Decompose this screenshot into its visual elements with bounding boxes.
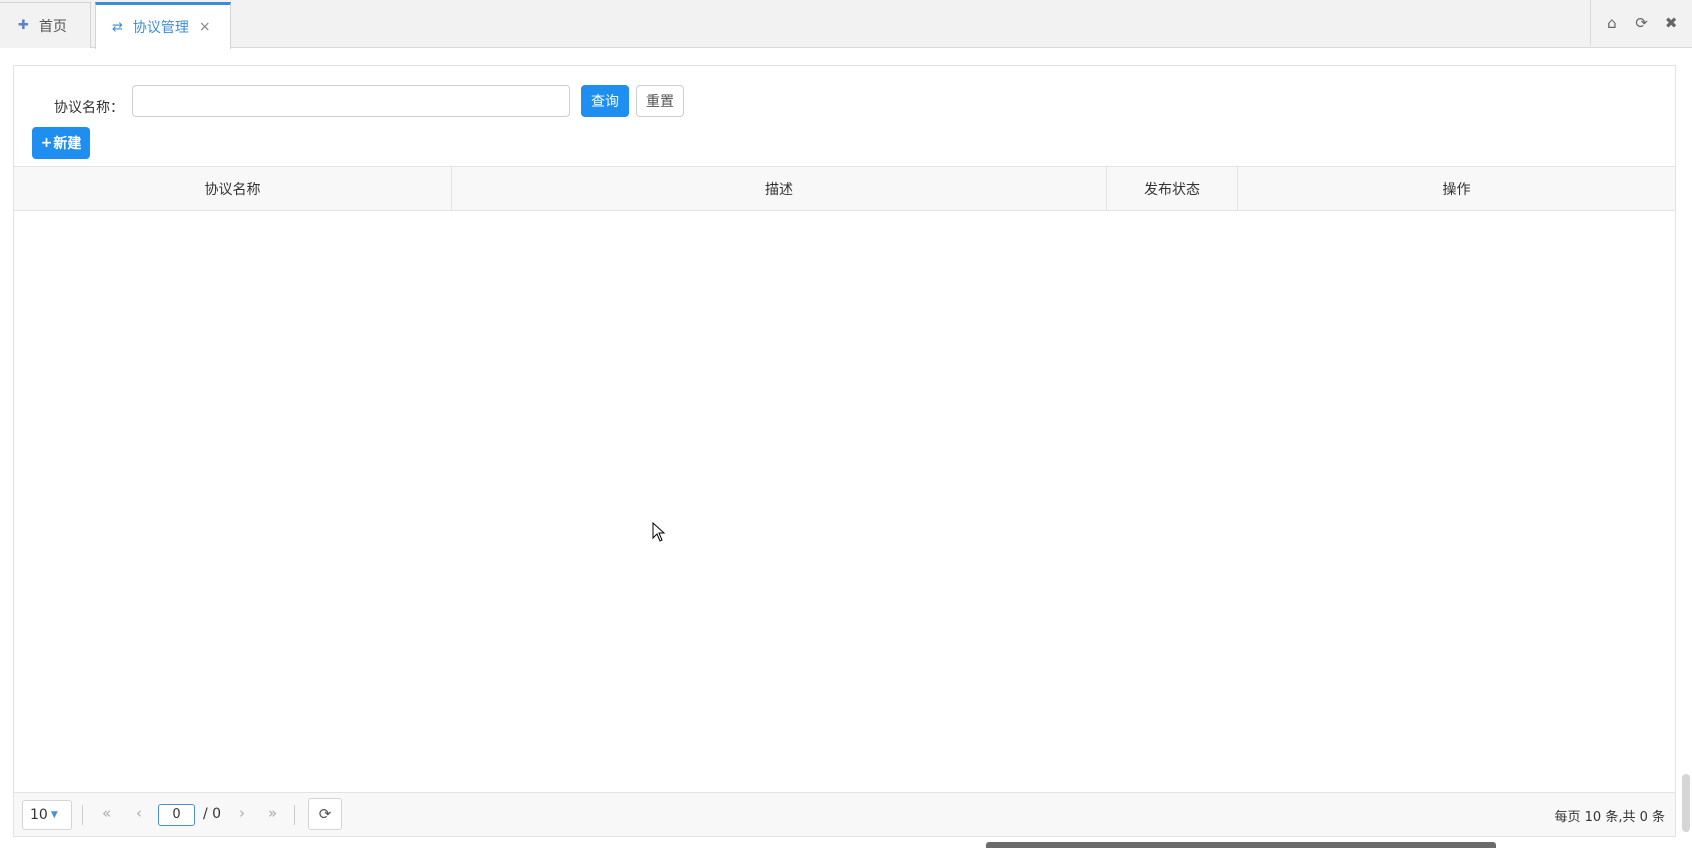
refresh-icon[interactable]: ⟳ (1631, 14, 1651, 32)
tab-tools: ⌂ ⟳ ✖ (1590, 0, 1692, 46)
tab-bar: ✚ 首页 ⇄ 协议管理 × ⌂ ⟳ ✖ (0, 0, 1692, 49)
column-header-description[interactable]: 描述 (452, 167, 1107, 210)
column-header-publish-status[interactable]: 发布状态 (1107, 167, 1238, 210)
refresh-icon: ⟳ (318, 805, 332, 823)
close-icon[interactable]: ✖ (1661, 14, 1681, 32)
first-page-icon[interactable]: « (102, 804, 111, 822)
pagination-bar: 10 ▼ « ‹ 0 / 0 › » ⟳ 每页 10 条,共 0 条 (14, 792, 1675, 836)
page-size-select[interactable]: 10 ▼ (22, 800, 72, 830)
tab-protocol-management[interactable]: ⇄ 协议管理 × (95, 2, 231, 49)
main-panel: 协议名称： 查询 重置 + 新建 协议名称 描述 发布状态 操作 10 ▼ « … (13, 65, 1676, 837)
page-size-value: 10 (30, 807, 48, 823)
plus-icon: + (40, 135, 53, 151)
last-page-icon[interactable]: » (268, 804, 277, 822)
vertical-scrollbar[interactable] (1682, 774, 1690, 832)
query-button[interactable]: 查询 (581, 85, 629, 117)
tab-home-label: 首页 (38, 18, 67, 35)
puzzle-icon: ✚ (18, 18, 29, 33)
column-header-protocol-name[interactable]: 协议名称 (14, 167, 452, 210)
mouse-cursor-icon (652, 522, 666, 542)
next-page-icon[interactable]: › (239, 804, 245, 822)
exchange-icon: ⇄ (112, 19, 123, 35)
total-pages: / 0 (203, 806, 222, 822)
new-button[interactable]: + 新建 (32, 127, 90, 159)
tab-protocol-label: 协议管理 (132, 20, 189, 36)
current-page-input[interactable]: 0 (158, 804, 195, 826)
tab-home[interactable]: ✚ 首页 (0, 2, 91, 48)
prev-page-icon[interactable]: ‹ (136, 804, 142, 822)
reload-button[interactable]: ⟳ (308, 798, 342, 830)
page-info: 每页 10 条,共 0 条 (1554, 810, 1665, 825)
table-body (14, 211, 1675, 793)
home-icon[interactable]: ⌂ (1602, 14, 1622, 32)
search-label: 协议名称： (54, 100, 124, 116)
divider (82, 805, 83, 825)
caret-down-icon: ▼ (50, 810, 58, 820)
table-header: 协议名称 描述 发布状态 操作 (14, 166, 1675, 211)
column-header-actions[interactable]: 操作 (1238, 167, 1675, 210)
new-button-label: 新建 (53, 136, 82, 152)
reset-button[interactable]: 重置 (636, 85, 684, 117)
protocol-name-input[interactable] (132, 85, 570, 117)
divider (294, 805, 295, 825)
horizontal-scrollbar[interactable] (986, 842, 1496, 848)
tab-close-icon[interactable]: × (199, 19, 211, 35)
